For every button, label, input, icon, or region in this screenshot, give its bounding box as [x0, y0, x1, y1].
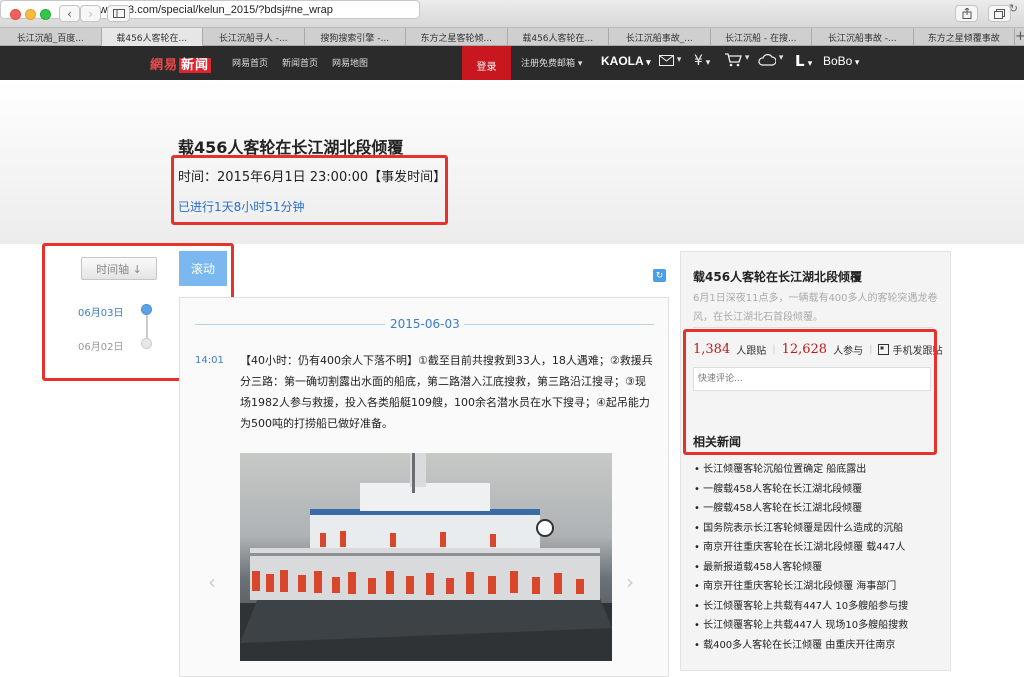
- lofter-menu[interactable]: L ▾: [795, 52, 812, 70]
- cart-icon: [725, 53, 742, 67]
- sidebar-summary: 6月1日深夜11点多，一辆载有400多人的客轮突遇龙卷风，在长江湖北石首段倾覆。: [693, 293, 938, 323]
- chevron-down-icon: ▾: [742, 53, 750, 63]
- divider: [693, 327, 933, 328]
- chevron-down-icon: ▾: [804, 59, 813, 69]
- back-button[interactable]: ‹: [59, 5, 80, 22]
- related-news-item[interactable]: • 国务院表示长江客轮倾覆是因什么造成的沉船: [694, 519, 908, 539]
- feed-item-time: 14:01: [195, 355, 224, 366]
- related-news-item[interactable]: • 南京开往重庆客轮在长江湖北段倾覆 载447人: [694, 538, 908, 558]
- browser-tab[interactable]: 东方之星倾覆事故: [914, 28, 1015, 46]
- yen-payment-menu[interactable]: ¥ ▾: [694, 53, 710, 69]
- feed-day-label: 2015-06-03: [390, 317, 460, 331]
- browser-tab[interactable]: 长江沉船 - 在搜...: [711, 28, 812, 46]
- bobo-label: BoBo: [823, 54, 853, 68]
- highlight-box: [683, 329, 937, 455]
- browser-tab[interactable]: 载456人客轮在...: [508, 28, 609, 46]
- bobo-menu[interactable]: BoBo ▾: [823, 54, 859, 68]
- browser-tab[interactable]: 长江沉船事故 -...: [812, 28, 914, 46]
- share-icon: [962, 8, 971, 19]
- browser-tab[interactable]: 长江沉船事故_...: [609, 28, 711, 46]
- chevron-down-icon: ▾: [776, 53, 784, 63]
- share-button[interactable]: [955, 5, 978, 22]
- sidebar-title[interactable]: 载456人客轮在长江湖北段倾覆: [693, 268, 862, 285]
- related-news-item[interactable]: • 长江倾覆客轮沉船位置确定 船底露出: [694, 460, 908, 480]
- rescue-scene-photo[interactable]: [240, 453, 612, 661]
- sidebar-icon: [112, 9, 125, 18]
- nav-link-news-home[interactable]: 新闻首页: [282, 56, 318, 69]
- divider: [195, 324, 385, 325]
- kaola-label: KAOLA: [601, 54, 644, 68]
- related-news-item[interactable]: • 长江倾覆客轮上共载447人 现场10多艘船搜救: [694, 616, 908, 636]
- related-news-item[interactable]: • 一艘载458人客轮在长江湖北段倾覆: [694, 480, 908, 500]
- kaola-menu[interactable]: KAOLA ▾: [601, 54, 651, 68]
- browser-tab[interactable]: 搜狗搜索引擎 -...: [305, 28, 406, 46]
- chevron-left-icon: ‹: [67, 6, 72, 21]
- maximize-window-icon[interactable]: [40, 9, 51, 20]
- chevron-down-icon: ▾: [702, 58, 711, 68]
- cart-menu[interactable]: ▾: [725, 53, 749, 70]
- logo-text: 網易: [150, 58, 179, 73]
- site-top-nav: 網易 新闻 网易首页 新闻首页 网易地图 注册免费邮箱 ▾ KAOLA ▾ ▾ ¥…: [0, 46, 1024, 80]
- page-header: [0, 80, 1024, 244]
- register-mail-link[interactable]: 注册免费邮箱 ▾: [521, 56, 582, 69]
- browser-toolbar: ‹ › news.163.com/special/kelun_2015/?bds…: [0, 0, 1024, 28]
- related-news-item[interactable]: • 最新报道载458人客轮倾覆: [694, 558, 908, 578]
- divider: [464, 324, 654, 325]
- browser-tab[interactable]: 长江沉船_百度...: [0, 28, 102, 46]
- close-window-icon[interactable]: [10, 9, 21, 20]
- tabs-icon: [994, 8, 1005, 19]
- chevron-down-icon: ▾: [852, 57, 860, 67]
- feed-item-text: 【40小时：仍有400余人下落不明】①截至目前共搜救到33人，18人遇难；②救援…: [240, 354, 653, 430]
- minimize-window-icon[interactable]: [25, 9, 36, 20]
- related-news-list: • 长江倾覆客轮沉船位置确定 船底露出 • 一艘载458人客轮在长江湖北段倾覆 …: [694, 460, 908, 655]
- register-mail-label: 注册免费邮箱: [521, 59, 576, 69]
- logo-badge: 新闻: [179, 58, 212, 73]
- related-news-item[interactable]: • 南京开往重庆客轮长江湖北段倾覆 海事部门: [694, 577, 908, 597]
- refresh-icon[interactable]: ↻: [653, 269, 666, 282]
- chevron-down-icon: ▾: [643, 57, 651, 67]
- lofter-label: L: [795, 52, 805, 70]
- browser-tab-active[interactable]: 载456人客轮在...: [101, 28, 203, 46]
- cloud-icon: [758, 54, 777, 66]
- chevron-right-icon: ›: [88, 6, 93, 21]
- login-button[interactable]: 登录: [462, 46, 511, 84]
- chevron-down-icon: ▾: [577, 59, 583, 69]
- ship-illustration: [240, 453, 612, 661]
- tabs-overview-button[interactable]: [988, 5, 1011, 22]
- mail-menu[interactable]: ▾: [659, 55, 681, 69]
- cloud-music-menu[interactable]: ▾: [758, 53, 783, 69]
- browser-tab[interactable]: 长江沉船寻人 -...: [203, 28, 305, 46]
- sidebar-toggle-button[interactable]: [107, 5, 130, 22]
- netease-news-logo[interactable]: 網易 新闻: [150, 54, 212, 73]
- chevron-right-icon[interactable]: ›: [626, 570, 634, 594]
- envelope-icon: [659, 55, 674, 66]
- forward-button[interactable]: ›: [80, 5, 101, 22]
- new-tab-button[interactable]: +: [1015, 28, 1024, 45]
- browser-tab[interactable]: 东方之星客轮倾...: [406, 28, 508, 46]
- nav-link-netease-map[interactable]: 网易地图: [332, 56, 368, 69]
- yen-icon: ¥: [694, 53, 703, 69]
- related-news-item[interactable]: • 长江倾覆客轮上共载有447人 10多艘船参与搜: [694, 597, 908, 617]
- chevron-down-icon: ▾: [674, 55, 682, 65]
- chevron-left-icon[interactable]: ‹: [208, 570, 216, 594]
- highlight-box: [171, 155, 448, 225]
- nav-link-netease-home[interactable]: 网易首页: [232, 56, 268, 69]
- tab-bar: 长江沉船_百度... 载456人客轮在... 长江沉船寻人 -... 搜狗搜索引…: [0, 28, 1024, 46]
- related-news-item[interactable]: • 一艘载458人客轮在长江湖北段倾覆: [694, 499, 908, 519]
- related-news-item[interactable]: • 载400多人客轮在长江倾覆 由重庆开往南京: [694, 636, 908, 656]
